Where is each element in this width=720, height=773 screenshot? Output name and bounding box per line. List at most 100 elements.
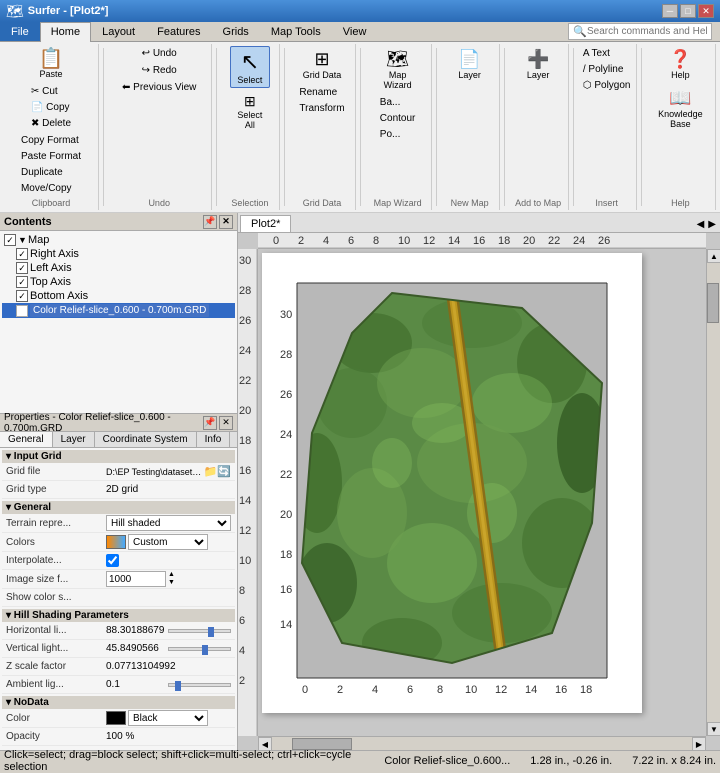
delete-button[interactable]: ✖ Delete (26, 116, 76, 131)
tab-home[interactable]: Home (40, 22, 91, 42)
select-button[interactable]: ↖ Select (230, 46, 270, 88)
ambient-slider[interactable] (168, 683, 232, 687)
contour-button[interactable]: Contour (375, 111, 421, 126)
polyline-button[interactable]: / Polyline (578, 62, 636, 77)
map-expand[interactable]: ▼ (18, 235, 28, 245)
prop-tab-coord-system[interactable]: Coordinate System (95, 432, 197, 447)
map-checkbox[interactable]: ✓ (4, 234, 16, 246)
bottom-axis-checkbox[interactable]: ✓ (16, 290, 28, 302)
prop-tab-layer[interactable]: Layer (53, 432, 95, 447)
knowledge-base-label: Knowledge Base (657, 109, 704, 129)
undo-button[interactable]: ↩ Undo (137, 46, 182, 61)
tab-grids[interactable]: Grids (212, 22, 260, 41)
tree-item-right-axis[interactable]: ✓ Right Axis (2, 247, 235, 261)
tab-scroll-right[interactable]: ▶ (708, 219, 716, 230)
text-button[interactable]: A Text (578, 46, 636, 61)
paste-button[interactable]: 📋 Paste (33, 46, 69, 82)
copy-format-button[interactable]: Copy Format (16, 133, 86, 148)
spin-down[interactable]: ▼ (168, 579, 175, 587)
title-controls[interactable]: ─ □ ✕ (662, 4, 714, 18)
knowledge-base-button[interactable]: 📖 Knowledge Base (652, 85, 709, 132)
colors-select[interactable]: Custom (128, 534, 208, 550)
grid-data-button[interactable]: ⊞ Grid Data (298, 46, 347, 83)
scroll-right-button[interactable]: ▶ (692, 737, 706, 750)
ruler-v-svg: 30 28 26 24 22 20 18 16 14 12 10 8 6 4 2 (238, 249, 257, 736)
left-axis-checkbox[interactable]: ✓ (16, 262, 28, 274)
scroll-down-button[interactable]: ▼ (707, 722, 720, 736)
terrain-select[interactable]: Hill shaded (106, 515, 231, 531)
move-copy-button[interactable]: Move/Copy (16, 181, 86, 196)
horizontal-thumb[interactable] (208, 627, 214, 637)
cut-button[interactable]: ✂ Cut (26, 84, 76, 99)
sidebar-close-button[interactable]: ✕ (219, 215, 233, 229)
props-pin-button[interactable]: 📌 (203, 416, 217, 430)
tree-item-bottom-axis[interactable]: ✓ Bottom Axis (2, 289, 235, 303)
select-all-button[interactable]: ⊞ Select All (226, 90, 273, 133)
contents-title: Contents (4, 216, 52, 228)
status-left: Click=select; drag=block select; shift+c… (4, 749, 374, 773)
rename-button[interactable]: Rename (294, 85, 349, 100)
interpolate-checkbox[interactable] (106, 554, 119, 567)
duplicate-button[interactable]: Duplicate (16, 165, 86, 180)
prop-tab-info[interactable]: Info (197, 432, 231, 447)
scroll-up-button[interactable]: ▲ (707, 249, 720, 263)
scroll-thumb-h[interactable] (292, 738, 352, 750)
minimize-button[interactable]: ─ (662, 4, 678, 18)
new-map-label: New Map (451, 196, 489, 208)
vertical-scrollbar[interactable]: ▲ ▼ (706, 249, 720, 736)
add-layer-button[interactable]: ➕ Layer (522, 46, 555, 83)
color-relief-checkbox[interactable]: ✓ (16, 305, 28, 317)
image-size-input[interactable] (106, 571, 166, 587)
tree-item-top-axis[interactable]: ✓ Top Axis (2, 275, 235, 289)
tab-layout[interactable]: Layout (91, 22, 146, 41)
scroll-track-v[interactable] (707, 263, 720, 722)
po-button[interactable]: Po... (375, 127, 421, 142)
tree-item-color-relief[interactable]: ✓ Color Relief-slice_0.600 - 0.700m.GRD (2, 303, 235, 318)
add-to-map-label: Add to Map (515, 196, 561, 208)
tab-map-tools[interactable]: Map Tools (260, 22, 332, 41)
scroll-track-h[interactable] (272, 737, 692, 750)
tab-scroll-left[interactable]: ◀ (697, 219, 705, 230)
tab-view[interactable]: View (332, 22, 378, 41)
search-box[interactable]: 🔍 (568, 23, 712, 40)
copy-button[interactable]: 📄 Copy (26, 100, 76, 115)
spin-up[interactable]: ▲ (168, 571, 175, 579)
horizontal-scrollbar[interactable]: ◀ ▶ (258, 736, 706, 750)
right-axis-checkbox[interactable]: ✓ (16, 248, 28, 260)
scroll-left-button[interactable]: ◀ (258, 737, 272, 750)
sidebar-pin-button[interactable]: 📌 (203, 215, 217, 229)
polygon-button[interactable]: ⬡ Polygon (578, 78, 636, 93)
nodata-color-select[interactable]: Black (128, 710, 208, 726)
ba-button[interactable]: Ba... (375, 95, 421, 110)
hill-shading-header[interactable]: ▾ Hill Shading Parameters (2, 609, 235, 622)
help-button[interactable]: ❓ Help (664, 46, 696, 83)
maximize-button[interactable]: □ (680, 4, 696, 18)
layer-button[interactable]: 📄 Layer (453, 46, 486, 83)
tab-features[interactable]: Features (146, 22, 211, 41)
refresh-icon[interactable]: 🔄 (217, 465, 231, 478)
search-input[interactable] (587, 26, 707, 37)
prop-tab-general[interactable]: General (0, 432, 53, 447)
redo-button[interactable]: ↪ Redo (137, 63, 182, 78)
vertical-thumb[interactable] (202, 645, 208, 655)
paste-format-button[interactable]: Paste Format (16, 149, 86, 164)
scroll-thumb-v[interactable] (707, 283, 719, 323)
map-tab-plot2[interactable]: Plot2* (240, 215, 291, 232)
vertical-slider[interactable] (168, 647, 232, 651)
tree-item-left-axis[interactable]: ✓ Left Axis (2, 261, 235, 275)
transform-button[interactable]: Transform (294, 101, 349, 116)
horizontal-slider[interactable] (168, 629, 232, 633)
input-grid-header[interactable]: ▾ Input Grid (2, 450, 235, 463)
browse-icon[interactable]: 📁 (204, 465, 218, 478)
close-button[interactable]: ✕ (698, 4, 714, 18)
tab-file[interactable]: File (0, 22, 40, 41)
nodata-header[interactable]: ▾ NoData (2, 696, 235, 709)
ambient-thumb[interactable] (175, 681, 181, 691)
map-wizard-button[interactable]: 🗺 Map Wizard (371, 46, 425, 93)
props-close-button[interactable]: ✕ (219, 416, 233, 430)
previous-view-button[interactable]: ⬅ Previous View (117, 80, 201, 95)
select-all-icon: ⊞ (244, 93, 256, 110)
tree-item-map[interactable]: ✓ ▼ Map (2, 233, 235, 247)
general-section-header[interactable]: ▾ General (2, 501, 235, 514)
top-axis-checkbox[interactable]: ✓ (16, 276, 28, 288)
